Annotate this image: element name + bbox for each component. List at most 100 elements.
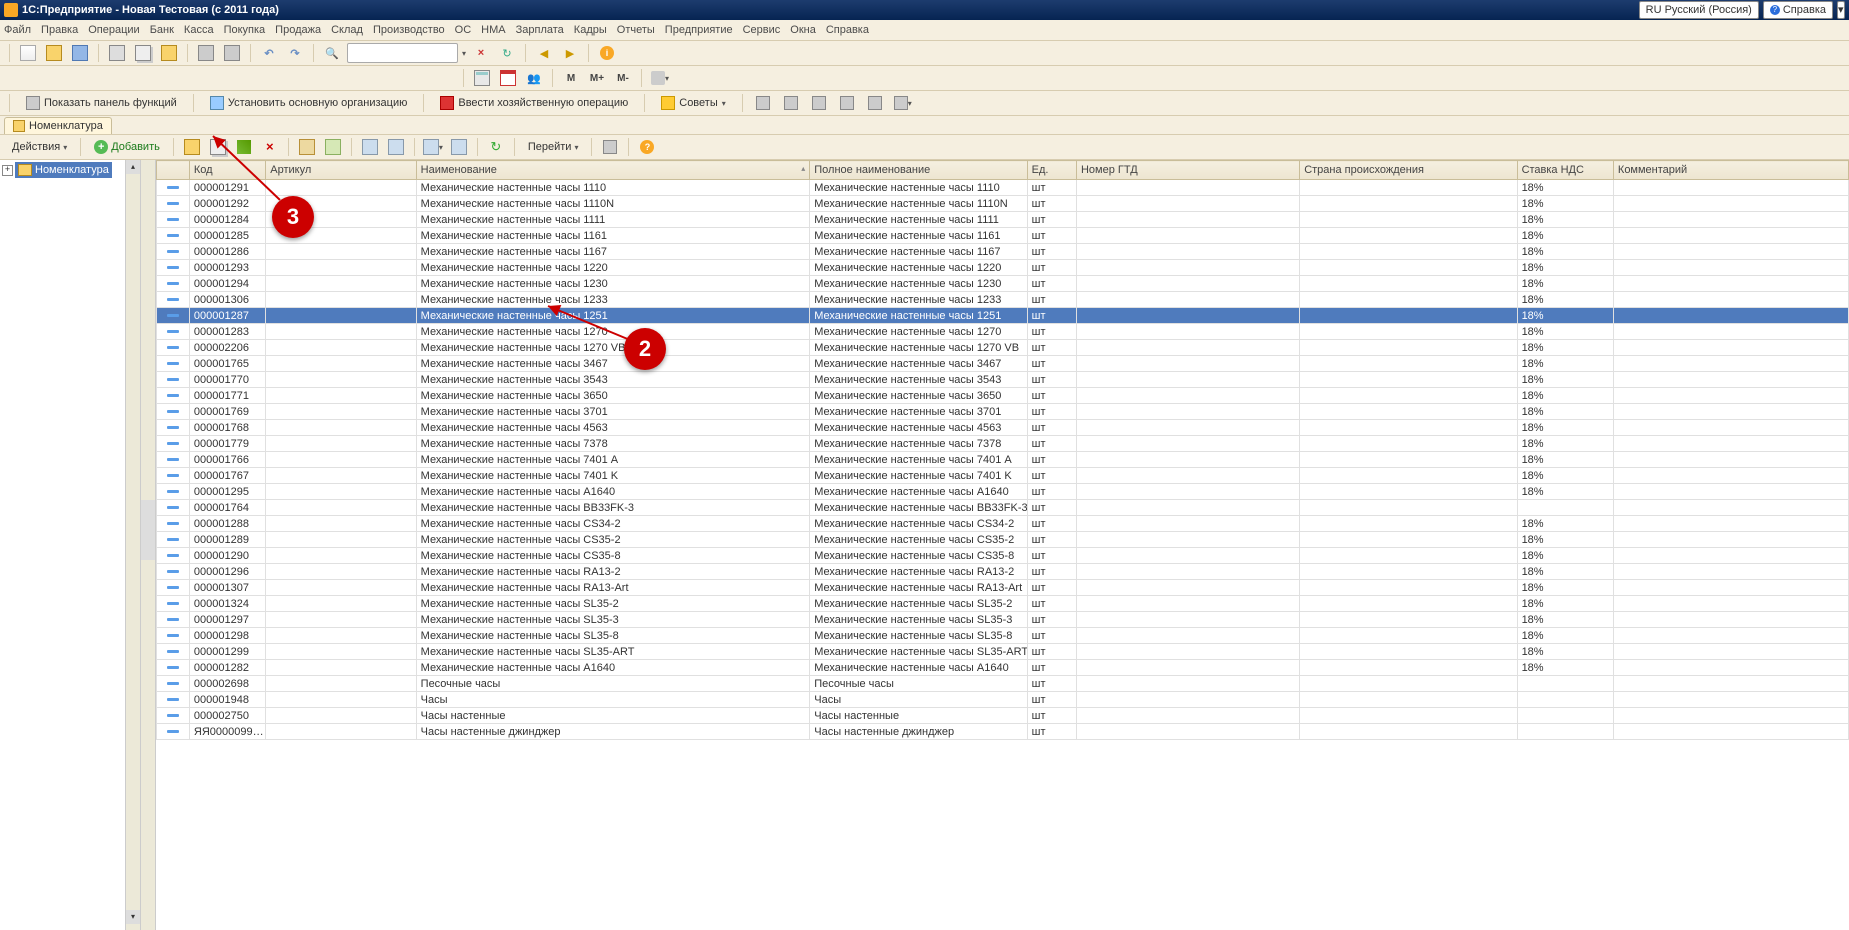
cell-country bbox=[1300, 420, 1517, 436]
cell-article bbox=[266, 452, 416, 468]
cell-fullname: Механические настенные часы 1230 bbox=[810, 276, 1027, 292]
cell-gtd bbox=[1076, 420, 1299, 436]
cell-gtd bbox=[1076, 532, 1299, 548]
cell-code: 000001324 bbox=[189, 596, 265, 612]
report5-button[interactable] bbox=[864, 92, 886, 114]
annotation-arrow-3 bbox=[0, 0, 700, 400]
report2-icon bbox=[784, 96, 798, 110]
table-row[interactable]: 000001764Механические настенные часы BB3… bbox=[157, 500, 1849, 516]
item-icon bbox=[167, 730, 179, 733]
col-nds[interactable]: Ставка НДС bbox=[1517, 161, 1613, 180]
cell-gtd bbox=[1076, 660, 1299, 676]
item-icon bbox=[167, 570, 179, 573]
dropdown-button[interactable]: ▾ bbox=[1837, 1, 1845, 19]
table-row[interactable]: 000001297Механические настенные часы SL3… bbox=[157, 612, 1849, 628]
cell-article bbox=[266, 420, 416, 436]
report6-button[interactable]: ▾ bbox=[892, 92, 914, 114]
table-row[interactable]: 000001288Механические настенные часы CS3… bbox=[157, 516, 1849, 532]
cell-fullname: Механические настенные часы 7378 bbox=[810, 436, 1027, 452]
cell-country bbox=[1300, 548, 1517, 564]
table-row[interactable]: 000002698Песочные часыПесочные часышт bbox=[157, 676, 1849, 692]
cell-nds: 18% bbox=[1517, 340, 1613, 356]
table-row[interactable]: 000001779Механические настенные часы 737… bbox=[157, 436, 1849, 452]
cell-article bbox=[266, 724, 416, 740]
cell-comment bbox=[1613, 292, 1848, 308]
cell-fullname: Часы bbox=[810, 692, 1027, 708]
menu-help[interactable]: Справка bbox=[826, 24, 869, 36]
cell-fullname: Механические настенные часы RA13-Art bbox=[810, 580, 1027, 596]
cell-gtd bbox=[1076, 452, 1299, 468]
cell-article bbox=[266, 404, 416, 420]
cell-code: 000001296 bbox=[189, 564, 265, 580]
cell-fullname: Механические настенные часы 1167 bbox=[810, 244, 1027, 260]
language-selector[interactable]: RU Русский (Россия) bbox=[1639, 1, 1759, 19]
cell-comment bbox=[1613, 628, 1848, 644]
cell-name: Механические настенные часы CS34-2 bbox=[416, 516, 810, 532]
col-fullname[interactable]: Полное наименование bbox=[810, 161, 1027, 180]
table-row[interactable]: 000001289Механические настенные часы CS3… bbox=[157, 532, 1849, 548]
help-button[interactable]: ?Справка bbox=[1763, 1, 1833, 19]
item-icon bbox=[167, 618, 179, 621]
cell-comment bbox=[1613, 468, 1848, 484]
table-row[interactable]: 000001298Механические настенные часы SL3… bbox=[157, 628, 1849, 644]
cell-unit: шт bbox=[1027, 516, 1076, 532]
table-row[interactable]: 000001769Механические настенные часы 370… bbox=[157, 404, 1849, 420]
cell-comment bbox=[1613, 596, 1848, 612]
cell-name: Механические настенные часы А1640 bbox=[416, 660, 810, 676]
cell-nds: 18% bbox=[1517, 244, 1613, 260]
cell-gtd bbox=[1076, 308, 1299, 324]
table-row[interactable]: 000001948ЧасыЧасышт bbox=[157, 692, 1849, 708]
table-row[interactable]: 000001295Механические настенные часы A16… bbox=[157, 484, 1849, 500]
table-row[interactable]: 000001766Механические настенные часы 740… bbox=[157, 452, 1849, 468]
table-row[interactable]: 000002750Часы настенныеЧасы настенныешт bbox=[157, 708, 1849, 724]
report2-button[interactable] bbox=[780, 92, 802, 114]
table-row[interactable]: 000001296 Механические настенные часы RA1… bbox=[157, 564, 1849, 580]
table-row[interactable]: 000001324Механические настенные часы SL3… bbox=[157, 596, 1849, 612]
cell-comment bbox=[1613, 276, 1848, 292]
cell-gtd bbox=[1076, 676, 1299, 692]
cell-comment bbox=[1613, 500, 1848, 516]
item-icon bbox=[167, 522, 179, 525]
cell-code: 000001307 bbox=[189, 580, 265, 596]
col-unit[interactable]: Ед. bbox=[1027, 161, 1076, 180]
cell-country bbox=[1300, 532, 1517, 548]
cell-article bbox=[266, 676, 416, 692]
cell-country bbox=[1300, 356, 1517, 372]
menu-service[interactable]: Сервис bbox=[743, 24, 781, 36]
cell-nds: 18% bbox=[1517, 532, 1613, 548]
cell-fullname: Механические настенные часы RA13-2 bbox=[810, 564, 1027, 580]
cell-fullname: Механические настенные часы CS35-8 bbox=[810, 548, 1027, 564]
report4-button[interactable] bbox=[836, 92, 858, 114]
table-row[interactable]: 000001307 Механические настенные часы RA1… bbox=[157, 580, 1849, 596]
cell-gtd bbox=[1076, 468, 1299, 484]
table-row[interactable]: 000001282Механические настенные часы А16… bbox=[157, 660, 1849, 676]
cell-code: 000001289 bbox=[189, 532, 265, 548]
cell-comment bbox=[1613, 516, 1848, 532]
cell-unit: шт bbox=[1027, 500, 1076, 516]
table-row[interactable]: 000001299Механические настенные часы SL3… bbox=[157, 644, 1849, 660]
cell-country bbox=[1300, 276, 1517, 292]
table-row[interactable]: 000001768Механические настенные часы 456… bbox=[157, 420, 1849, 436]
cell-country bbox=[1300, 228, 1517, 244]
cell-name: Механические настенные часы A1640 bbox=[416, 484, 810, 500]
cell-nds: 18% bbox=[1517, 308, 1613, 324]
cell-unit: шт bbox=[1027, 196, 1076, 212]
table-row[interactable]: ЯЯ0000099…Часы настенные джинджерЧасы на… bbox=[157, 724, 1849, 740]
cell-nds: 18% bbox=[1517, 388, 1613, 404]
table-row[interactable]: 000001767Механические настенные часы 740… bbox=[157, 468, 1849, 484]
cell-gtd bbox=[1076, 372, 1299, 388]
item-icon bbox=[167, 458, 179, 461]
cell-article bbox=[266, 436, 416, 452]
menu-windows[interactable]: Окна bbox=[790, 24, 816, 36]
cell-fullname: Механические настенные часы 1111 bbox=[810, 212, 1027, 228]
cell-comment bbox=[1613, 644, 1848, 660]
report3-button[interactable] bbox=[808, 92, 830, 114]
col-country[interactable]: Страна происхождения bbox=[1300, 161, 1517, 180]
col-gtd[interactable]: Номер ГТД bbox=[1076, 161, 1299, 180]
cell-code: 000001764 bbox=[189, 500, 265, 516]
col-comment[interactable]: Комментарий bbox=[1613, 161, 1848, 180]
table-row[interactable]: 000001290Механические настенные часы CS3… bbox=[157, 548, 1849, 564]
cell-name: Механические настенные часы 4563 bbox=[416, 420, 810, 436]
report1-button[interactable] bbox=[752, 92, 774, 114]
cell-unit: шт bbox=[1027, 548, 1076, 564]
